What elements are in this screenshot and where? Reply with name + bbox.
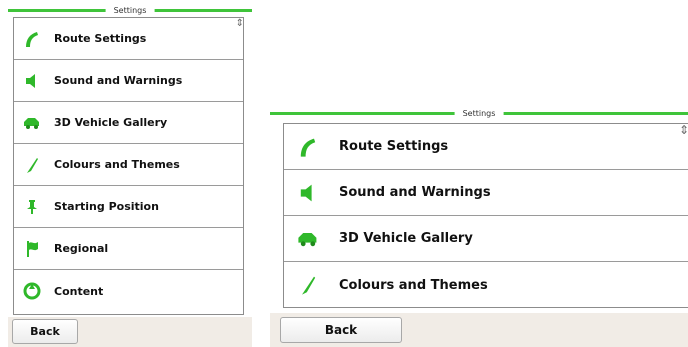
menu-item-label: Route Settings (54, 32, 147, 45)
menu-item-label: Regional (54, 242, 109, 255)
menu-item-label: Colours and Themes (339, 277, 488, 293)
menu-item-regional[interactable]: Regional (14, 228, 243, 270)
settings-menu-list: ⇕ Route Settings Sound and Warnings 3D V… (13, 17, 244, 315)
route-icon (22, 29, 42, 49)
menu-item-colours-and-themes[interactable]: Colours and Themes (284, 262, 688, 308)
brush-icon (22, 155, 42, 175)
speaker-icon (22, 71, 42, 91)
flag-icon (22, 239, 42, 259)
menu-item-label: Starting Position (54, 200, 159, 213)
menu-item-label: Route Settings (339, 139, 449, 154)
menu-item-starting-position[interactable]: Starting Position (14, 186, 243, 228)
settings-screen-right: Settings ⇕ Route Settings Sound and Warn… (270, 107, 688, 347)
speaker-icon (295, 181, 321, 205)
back-button[interactable]: Back (280, 317, 402, 343)
footer-bar: Back (8, 317, 252, 347)
menu-item-3d-vehicle-gallery[interactable]: 3D Vehicle Gallery (284, 216, 688, 262)
menu-item-label: Content (54, 284, 104, 298)
route-icon (295, 135, 321, 159)
back-button[interactable]: Back (12, 319, 78, 344)
vehicle-icon (22, 113, 42, 133)
title-bar: Settings (8, 4, 252, 18)
menu-item-sound-and-warnings[interactable]: Sound and Warnings (284, 170, 688, 216)
menu-item-label: 3D Vehicle Gallery (339, 231, 473, 246)
menu-item-label: Sound and Warnings (339, 185, 491, 200)
screen-title: Settings (454, 107, 504, 121)
menu-item-3d-vehicle-gallery[interactable]: 3D Vehicle Gallery (14, 102, 243, 144)
menu-item-sound-and-warnings[interactable]: Sound and Warnings (14, 60, 243, 102)
title-bar: Settings (270, 107, 688, 121)
menu-item-label: 3D Vehicle Gallery (54, 116, 168, 129)
settings-screen-left: Settings ⇕ Route Settings Sound and Warn… (8, 4, 252, 347)
pin-icon (22, 197, 42, 217)
content-icon (22, 281, 42, 301)
screen-title: Settings (105, 4, 155, 18)
footer-bar: Back (270, 313, 688, 347)
menu-item-content[interactable]: Content (14, 270, 243, 312)
settings-menu-list: ⇕ Route Settings Sound and Warnings 3D V… (283, 123, 688, 308)
menu-item-label: Sound and Warnings (54, 74, 183, 87)
menu-item-label: Colours and Themes (54, 158, 180, 171)
menu-item-route-settings[interactable]: Route Settings (14, 18, 243, 60)
vehicle-icon (295, 227, 321, 251)
brush-icon (295, 273, 321, 297)
menu-item-route-settings[interactable]: Route Settings (284, 124, 688, 170)
menu-item-colours-and-themes[interactable]: Colours and Themes (14, 144, 243, 186)
